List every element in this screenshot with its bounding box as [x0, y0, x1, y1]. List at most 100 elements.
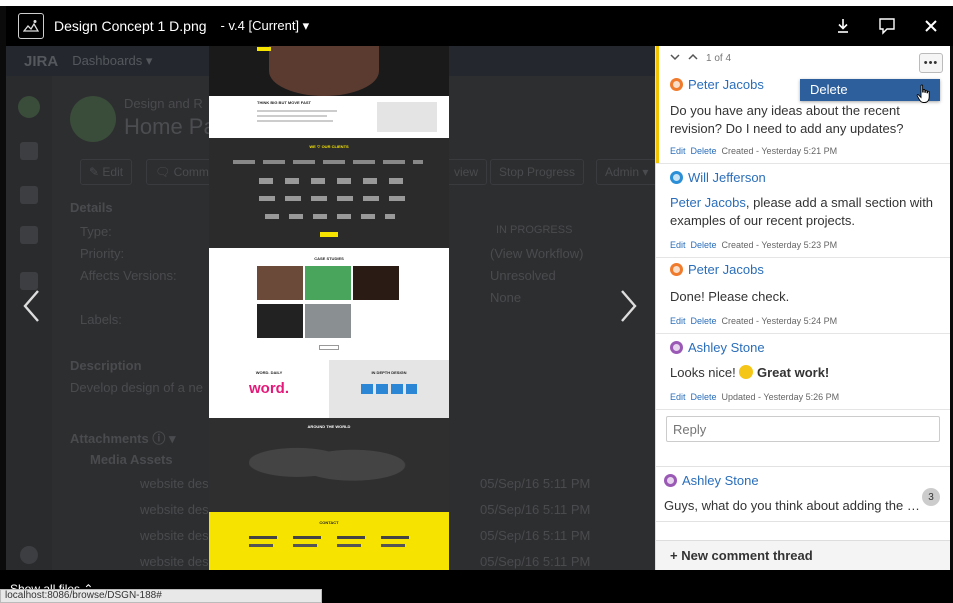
design-clients: WE ♡ OUR CLIENTS [209, 138, 449, 248]
bg-priority-label: Priority: [80, 246, 125, 261]
comment-author[interactable]: Will Jefferson [670, 170, 766, 185]
bg-file-3: website desi [140, 528, 212, 543]
avatar [664, 474, 677, 487]
comment-meta: Edit Delete Updated - Yesterday 5:26 PM [670, 392, 839, 402]
design-intro: THINK BIG BUT MOVE FAST [209, 96, 449, 138]
bg-labels-label: Labels: [80, 312, 122, 327]
comment-thread-collapsed[interactable]: Ashley Stone Guys, what do you think abo… [656, 466, 950, 522]
bg-file-4: website desi [140, 554, 212, 569]
bg-attachments-heading: Attachments ⓘ ▾ [70, 431, 176, 446]
comment-author-name: Will Jefferson [688, 170, 766, 185]
design-in-depth: IN DEPTH DESIGN [329, 360, 449, 418]
design-world-map: AROUND THE WORLD [209, 418, 449, 512]
comments-panel: 1 of 4 ••• Peter Jacobs Do you have any … [655, 46, 950, 570]
bg-file-1: website desi [140, 476, 212, 491]
delete-comment-link[interactable]: Delete [691, 240, 717, 250]
jira-dashboards: Dashboards ▾ [72, 53, 153, 68]
delete-comment-link[interactable]: Delete [691, 316, 717, 326]
design-hero [209, 46, 449, 96]
comment-author[interactable]: Peter Jacobs [670, 77, 764, 92]
comment-author[interactable]: Ashley Stone [670, 340, 765, 355]
project-avatar-icon [18, 96, 40, 118]
chevron-left-icon [23, 290, 39, 322]
close-viewer-button[interactable] [909, 6, 953, 46]
comment-timestamp: Created - Yesterday 5:24 PM [721, 316, 838, 326]
bg-stop-progress-button: Stop Progress [490, 159, 585, 185]
comment-item: Ashley Stone Looks nice! Great work! Edi… [656, 334, 950, 410]
bg-page-title: Home Pa [124, 114, 216, 139]
comment-item: Peter Jacobs Done! Please check. Edit De… [656, 258, 950, 334]
comment-body: Do you have any ideas about the recent r… [670, 103, 904, 136]
delete-comment-link[interactable]: Delete [691, 392, 717, 402]
comment-timestamp: Created - Yesterday 5:21 PM [721, 146, 838, 156]
bg-description-heading: Description [70, 358, 142, 373]
comment-meta: Edit Delete Created - Yesterday 5:23 PM [670, 240, 837, 250]
design-in-depth-title: IN DEPTH DESIGN [371, 370, 407, 375]
delete-comment-link[interactable]: Delete [691, 146, 717, 156]
thread-preview-text: Guys, what do you think about adding the… [664, 498, 926, 513]
bg-date-4: 05/Sep/16 5:11 PM [480, 554, 591, 569]
design-word-daily-title: WORD. DAILY [255, 370, 283, 375]
bg-date-1: 05/Sep/16 5:11 PM [480, 476, 591, 491]
comment-meta: Edit Delete Created - Yesterday 5:21 PM [670, 146, 837, 156]
comment-timestamp: Created - Yesterday 5:23 PM [721, 240, 838, 250]
bg-date-2: 05/Sep/16 5:11 PM [480, 502, 591, 517]
bg-status: IN PROGRESS [496, 224, 573, 236]
design-world-title: AROUND THE WORLD [307, 424, 351, 429]
browser-status-url: localhost:8086/browse/DSGN-188# [0, 589, 322, 603]
thread-author-name: Ashley Stone [682, 473, 759, 488]
new-comment-thread-button[interactable]: + New comment thread [656, 540, 950, 570]
design-hero-title: THINK BIG BUT MOVE FAST [257, 100, 311, 105]
comment-body: Peter Jacobs, please add a small section… [670, 194, 940, 230]
bg-media-heading: Media Assets [90, 452, 173, 467]
smiley-emoji-icon [739, 365, 754, 379]
comment-pager: 1 of 4 [670, 52, 731, 64]
reply-input[interactable] [666, 416, 940, 442]
bg-description-text: Develop design of a ne [70, 380, 203, 395]
file-name: Design Concept 1 D.png [54, 18, 207, 34]
viewer-header: Design Concept 1 D.png - v.4 [Current] ▾ [6, 6, 953, 46]
edit-comment-link[interactable]: Edit [670, 316, 686, 326]
comment-author-name: Ashley Stone [688, 340, 765, 355]
bg-edit-button: ✎ Edit [80, 159, 133, 185]
bg-file-2: website des [140, 502, 209, 517]
design-contact-title: CONTACT [319, 520, 339, 525]
settings-icon [20, 546, 38, 564]
edit-comment-link[interactable]: Edit [670, 240, 686, 250]
bg-fix: None [490, 290, 522, 305]
previous-comment-button[interactable] [670, 52, 680, 64]
download-icon [838, 19, 848, 33]
previous-file-button[interactable] [16, 286, 46, 326]
comment-author-name: Peter Jacobs [688, 262, 764, 277]
comment-body: Done! Please check. [670, 289, 790, 304]
comments-toggle-button[interactable] [865, 6, 909, 46]
next-comment-button[interactable] [688, 52, 698, 64]
design-preview-image: THINK BIG BUT MOVE FAST WE ♡ OUR CLIENTS… [209, 46, 449, 570]
edit-comment-link[interactable]: Edit [670, 146, 686, 156]
bg-affects-label: Affects Versions: [80, 268, 177, 283]
user-mention-link[interactable]: Peter Jacobs [670, 195, 746, 210]
chevron-down-icon [670, 54, 680, 61]
avatar [670, 263, 683, 276]
activity-icon [20, 142, 38, 160]
avatar [670, 78, 683, 91]
comment-body: Looks nice! Great work! [670, 364, 940, 382]
reply-count-badge: 3 [922, 488, 940, 506]
design-case-studies-title: CASE STUDIES [314, 256, 344, 261]
close-icon [925, 20, 937, 32]
download-button[interactable] [821, 6, 865, 46]
edit-comment-link[interactable]: Edit [670, 392, 686, 402]
chevron-up-icon [688, 53, 698, 60]
version-select[interactable]: - v.4 [Current] ▾ [221, 18, 310, 34]
bg-workflow: (View Workflow) [490, 246, 584, 261]
bg-type-label: Type: [80, 224, 112, 239]
thread-author[interactable]: Ashley Stone [664, 473, 759, 488]
jira-logo: JIRA [24, 52, 59, 70]
comment-author[interactable]: Peter Jacobs [670, 262, 764, 277]
next-file-button[interactable] [614, 286, 644, 326]
comment-timestamp: Updated - Yesterday 5:26 PM [721, 392, 840, 402]
design-word-logo: word. [249, 380, 289, 397]
comment-body-bold: Great work! [757, 365, 830, 380]
comment-icon [879, 18, 895, 35]
bg-project-name: Design and R [124, 96, 203, 111]
